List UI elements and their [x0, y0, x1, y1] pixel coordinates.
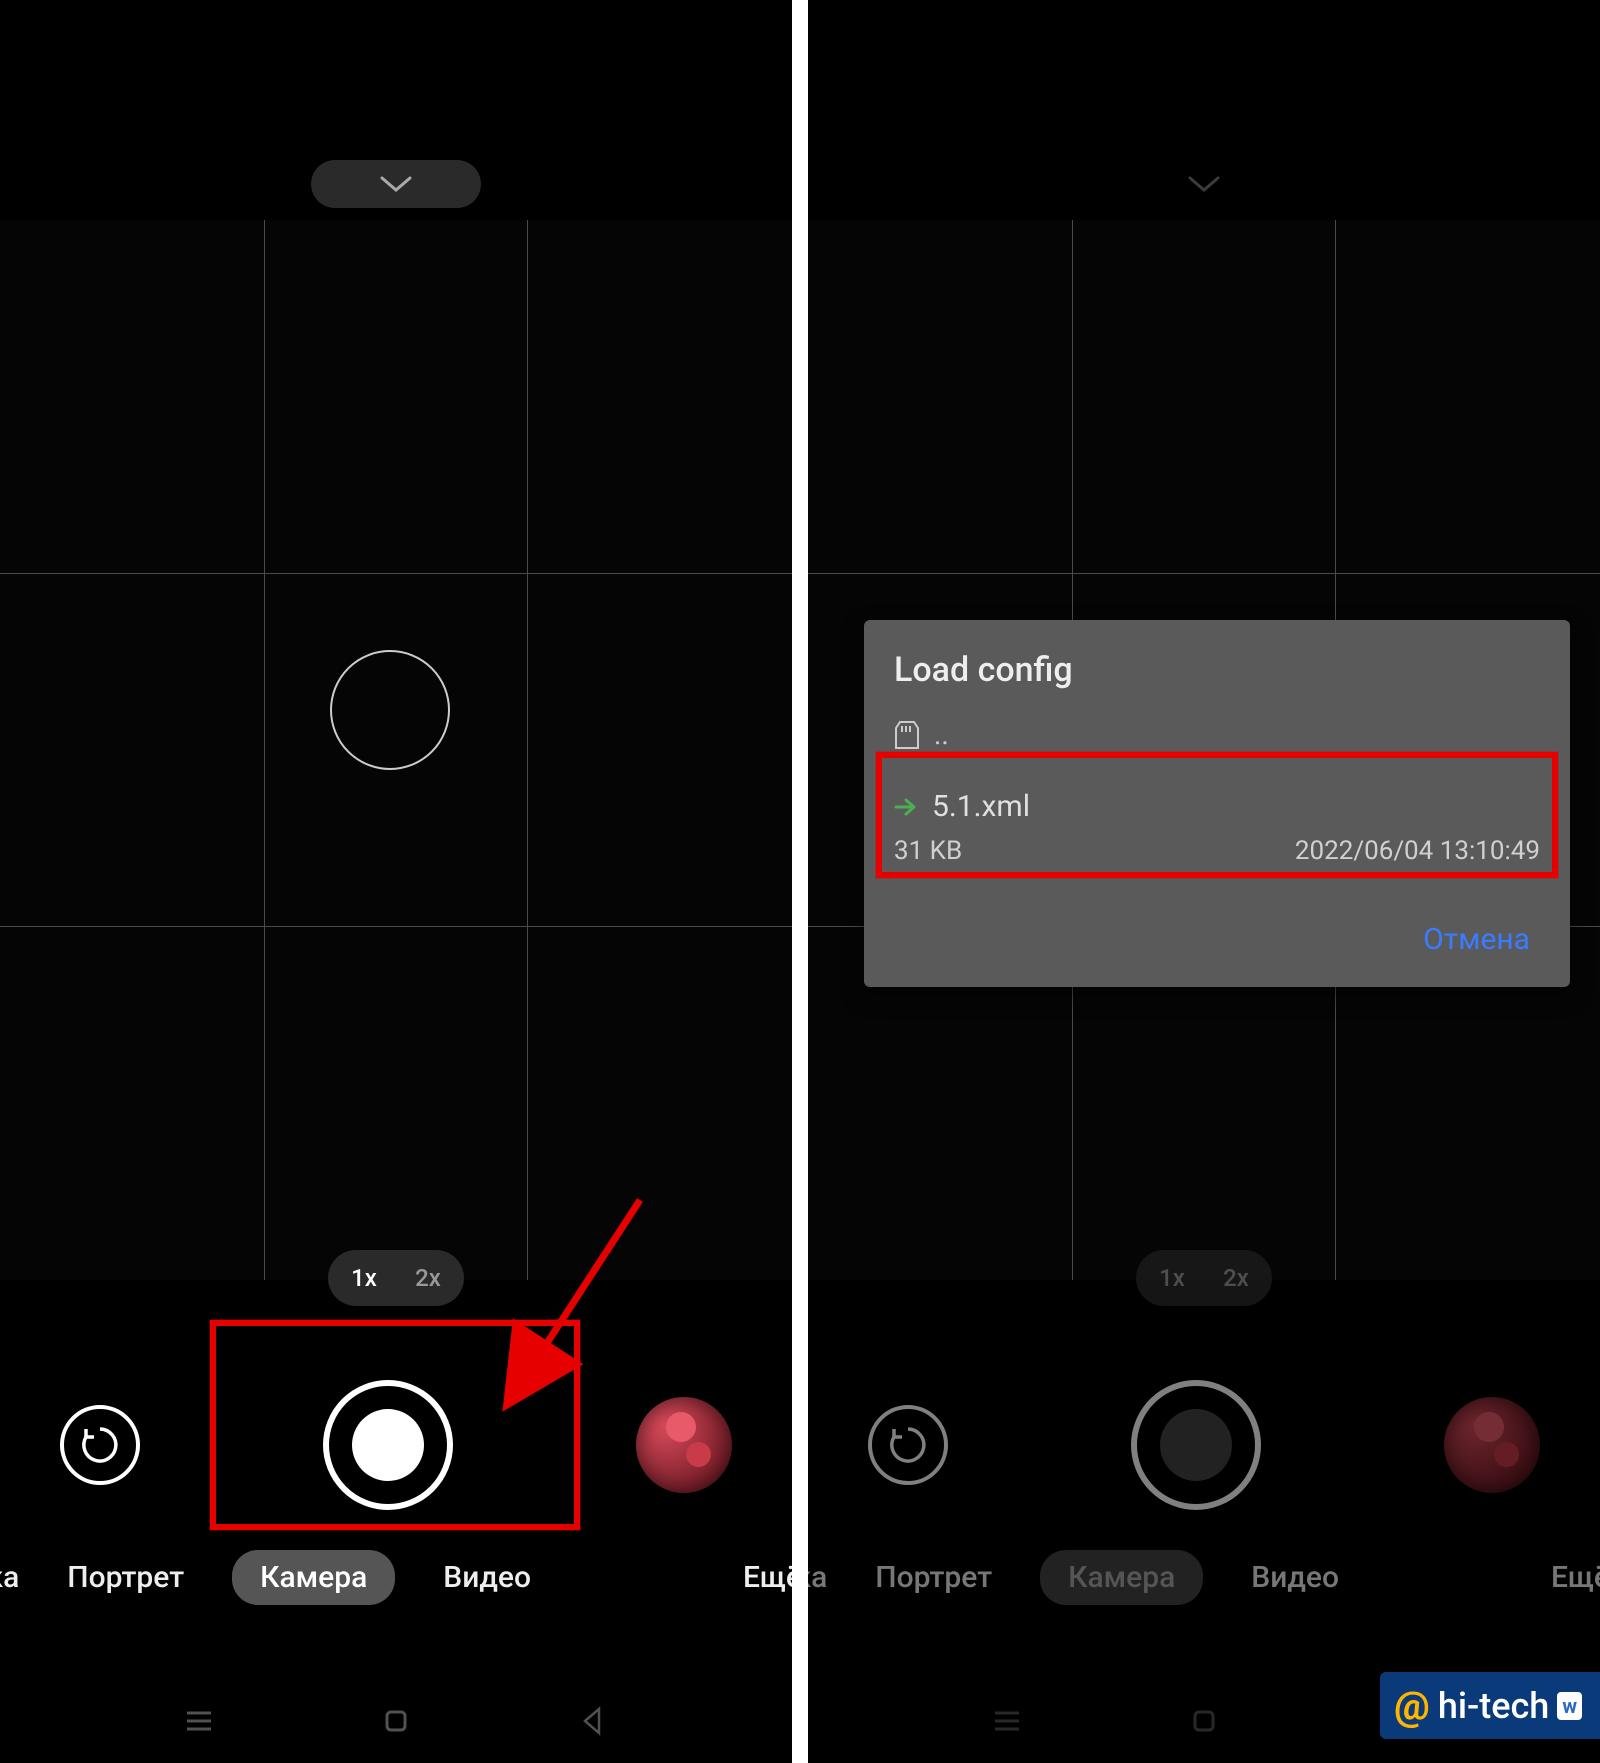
- switch-camera-icon: [78, 1423, 122, 1467]
- config-file-name: 5.1.xml: [932, 789, 1030, 824]
- nav-home-icon[interactable]: [378, 1703, 414, 1739]
- gallery-thumbnail-button: [1444, 1397, 1540, 1493]
- zoom-2x-button[interactable]: 2x: [396, 1254, 460, 1302]
- vk-icon: w: [1557, 1692, 1582, 1720]
- zoom-1x-button: 1x: [1140, 1254, 1204, 1302]
- mode-item-more[interactable]: Ещё: [743, 1560, 792, 1595]
- camera-app-right: 1x 2x мка Портрет Камера Видео Ещё: [808, 0, 1600, 1763]
- options-chevron-button[interactable]: [1119, 160, 1289, 208]
- parent-directory-label: ..: [934, 718, 949, 751]
- mode-item-camera[interactable]: Камера: [232, 1550, 395, 1605]
- cancel-button[interactable]: Отмена: [1413, 914, 1540, 965]
- mode-item-portrait[interactable]: Портрет: [67, 1560, 184, 1595]
- load-config-dialog: Load config .. 5.1.xml 31 KB 2022/06/04: [864, 620, 1570, 987]
- watermark: @ hi-tech w: [1380, 1672, 1600, 1739]
- nav-home-icon[interactable]: [1186, 1703, 1222, 1739]
- nav-recent-icon[interactable]: [181, 1703, 217, 1739]
- mode-item-camera: Камера: [1040, 1550, 1203, 1605]
- watermark-at: @: [1394, 1682, 1430, 1729]
- sdcard-icon: [894, 720, 920, 750]
- switch-camera-icon: [886, 1423, 930, 1467]
- mode-item-portrait: Портрет: [875, 1560, 992, 1595]
- shutter-button[interactable]: [323, 1380, 453, 1510]
- mode-item-partial: мка: [808, 1560, 827, 1595]
- options-chevron-button[interactable]: [311, 160, 481, 208]
- mode-item-video[interactable]: Видео: [443, 1560, 531, 1595]
- chevron-down-icon: [378, 174, 414, 194]
- zoom-selector[interactable]: 1x 2x: [328, 1250, 464, 1306]
- watermark-text: hi-tech: [1438, 1685, 1549, 1727]
- camera-app-left: 1x 2x мка Портрет Камера Видео Ещё: [0, 0, 792, 1763]
- parent-directory-row[interactable]: ..: [894, 718, 1540, 751]
- nav-back-icon[interactable]: [575, 1703, 611, 1739]
- switch-camera-button: [868, 1405, 948, 1485]
- focus-indicator: [330, 650, 450, 770]
- dialog-title: Load config: [894, 650, 1540, 690]
- gallery-thumbnail-button[interactable]: [636, 1397, 732, 1493]
- config-file-size: 31 KB: [894, 836, 962, 866]
- mode-strip[interactable]: мка Портрет Камера Видео Ещё: [0, 1550, 792, 1605]
- shutter-button: [1131, 1380, 1261, 1510]
- shutter-inner: [352, 1409, 424, 1481]
- mode-item-more: Ещё: [1551, 1560, 1600, 1595]
- mode-strip: мка Портрет Камера Видео Ещё: [808, 1550, 1600, 1605]
- chevron-down-icon: [1186, 174, 1222, 194]
- config-file-row[interactable]: 5.1.xml 31 KB 2022/06/04 13:10:49: [894, 785, 1540, 876]
- android-navbar: [0, 1703, 792, 1739]
- shutter-inner: [1160, 1409, 1232, 1481]
- switch-camera-button[interactable]: [60, 1405, 140, 1485]
- zoom-1x-button[interactable]: 1x: [332, 1254, 396, 1302]
- zoom-2x-button: 2x: [1204, 1254, 1268, 1302]
- zoom-selector: 1x 2x: [1136, 1250, 1272, 1306]
- nav-recent-icon[interactable]: [989, 1703, 1025, 1739]
- viewfinder[interactable]: [0, 220, 792, 1280]
- config-file-date: 2022/06/04 13:10:49: [1295, 836, 1540, 866]
- mode-item-partial[interactable]: мка: [0, 1560, 19, 1595]
- mode-item-video: Видео: [1251, 1560, 1339, 1595]
- arrow-right-icon: [894, 796, 918, 818]
